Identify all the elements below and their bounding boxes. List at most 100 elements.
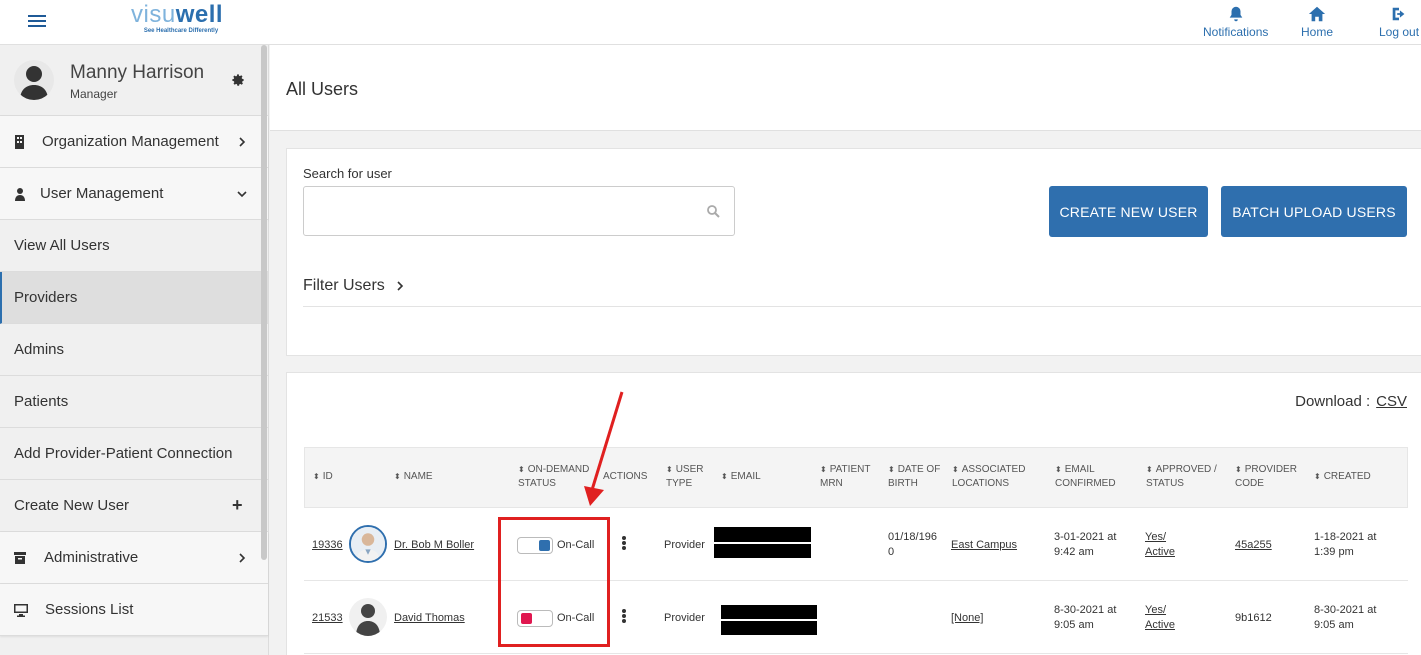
search-card: Search for user CREATE NEW USER BATCH UP… [286,148,1421,356]
users-table-card: Download : CSV ⬍ ID ⬍ NAME ⬍ ON-DEMAND STATUS… [286,372,1421,655]
batch-upload-users-button[interactable]: BATCH UPLOAD USERS [1221,186,1407,237]
download-label: Download : [1295,393,1371,410]
sidebar-item-label: Create New User [14,497,130,514]
page-header: All Users [270,45,1421,131]
user-type: Provider [664,612,705,624]
provider-photo-icon [351,527,385,561]
sidebar-item-sessions-list[interactable]: Sessions List [0,584,268,636]
redacted-email [714,544,811,558]
location-link[interactable]: East Campus [951,538,1017,553]
monitor-icon [14,603,28,617]
sidebar-item-label: User Management [40,185,164,202]
approved-status-link[interactable]: Yes/Active [1145,603,1175,633]
csv-download-link[interactable]: CSV [1376,393,1407,410]
sidebar-item-view-all-users[interactable]: View All Users [0,220,268,272]
home-icon [1308,6,1326,22]
column-header-user-type[interactable]: ⬍ USER TYPE [666,463,704,491]
search-input[interactable] [303,186,735,236]
redacted-email [721,621,817,635]
column-header-provider-code[interactable]: ⬍ PROVIDER CODE [1235,463,1297,491]
column-header-name[interactable]: ⬍ NAME [394,470,433,484]
provider-code-link[interactable]: 45a255 [1235,538,1272,553]
visuwell-logo[interactable]: visuwell See Healthcare Differently [131,2,231,38]
sidebar-scrollbar[interactable] [261,45,267,560]
user-icon [15,187,25,201]
chevron-down-icon [237,190,247,197]
sidebar-item-label: Patients [14,393,69,410]
sidebar-item-administrative[interactable]: Administrative [0,532,268,584]
plus-icon: + [232,495,243,515]
row-actions-icon[interactable] [622,609,626,623]
created-date: 1-18-2021 at 1:39 pm [1314,531,1377,558]
sidebar-item-providers[interactable]: Providers [0,272,268,324]
divider [303,306,1421,307]
hamburger-menu-icon[interactable] [28,12,46,30]
provider-code: 9b1612 [1235,612,1272,624]
bell-icon [1229,6,1242,22]
user-type: Provider [664,539,705,551]
logout-label: Log out [1379,25,1420,39]
top-bar: visuwell See Healthcare Differently Noti… [0,0,1421,45]
column-header-date-of-birth[interactable]: ⬍ DATE OF BIRTH [888,463,940,491]
user-id-link[interactable]: 19336 [312,538,343,553]
column-header-associated-locations[interactable]: ⬍ ASSOCIATED LOCATIONS [952,463,1025,491]
approved-status-link[interactable]: Yes/Active [1145,530,1175,560]
chevron-right-icon [239,136,246,147]
redacted-email [714,527,811,542]
avatar [349,598,387,636]
user-silhouette-icon [20,66,48,100]
redacted-email [721,605,817,619]
row-actions-icon[interactable] [622,536,626,550]
sidebar-item-organization-management[interactable]: Organization Management [0,116,268,168]
home-link[interactable]: Home [1301,5,1333,39]
annotation-highlight-box [498,517,610,647]
user-name-link[interactable]: Dr. Bob M Boller [394,538,474,553]
avatar [14,60,54,100]
create-new-user-button[interactable]: CREATE NEW USER [1049,186,1208,237]
table-row: 21533 David Thomas On-Call Provider [Non… [304,581,1408,654]
sidebar-item-create-new-user[interactable]: Create New User + [0,480,268,532]
user-id-link[interactable]: 21533 [312,611,343,626]
filter-users-toggle[interactable]: Filter Users [303,277,405,295]
chevron-right-icon [239,552,246,563]
sidebar: Manny Harrison Manager Organization Mana… [0,45,269,655]
sidebar-item-patients[interactable]: Patients [0,376,268,428]
home-label: Home [1301,25,1334,39]
logout-link[interactable]: Log out [1379,5,1419,39]
profile-section: Manny Harrison Manager [0,45,268,116]
notifications-link[interactable]: Notifications [1203,5,1268,39]
chevron-right-icon [397,281,403,291]
email-confirmed: 3-01-2021 at 9:42 am [1054,531,1117,558]
sidebar-item-user-management[interactable]: User Management [0,168,268,220]
column-header-on-demand-status[interactable]: ⬍ ON-DEMAND STATUS [518,463,589,491]
avatar [349,525,387,563]
sidebar-item-label: View All Users [14,237,110,254]
sidebar-item-label: Administrative [44,549,139,566]
sidebar-item-label: Organization Management [42,133,219,150]
column-header-email[interactable]: ⬍ EMAIL [721,470,761,484]
column-header-id[interactable]: ⬍ ID [313,470,333,484]
user-name-link[interactable]: David Thomas [394,611,465,626]
sidebar-item-admins[interactable]: Admins [0,324,268,376]
sidebar-item-label: Providers [14,289,78,306]
sidebar-item-add-provider-patient-connection[interactable]: Add Provider-Patient Connection [0,428,268,480]
sidebar-item-label: Add Provider-Patient Connection [14,445,233,462]
sidebar-item-label: Sessions List [45,601,134,618]
download-section: Download : CSV [1295,393,1407,410]
table-row: 19336 Dr. Bob M Boller On-Call Provider … [304,508,1408,581]
column-header-email-confirmed[interactable]: ⬍ EMAIL CONFIRMED [1055,463,1116,491]
column-header-patient-mrn[interactable]: ⬍ PATIENT MRN [820,463,870,491]
profile-role: Manager [70,87,118,101]
profile-name: Manny Harrison [70,62,205,83]
column-header-created[interactable]: ⬍ CREATED [1314,470,1371,484]
date-of-birth: 01/18/196 0 [888,531,937,558]
notifications-label: Notifications [1203,25,1269,39]
building-icon [15,134,24,149]
table-header: ⬍ ID ⬍ NAME ⬍ ON-DEMAND STATUS ACTIONS ⬍ USER… [304,447,1408,508]
created-date: 8-30-2021 at 9:05 am [1314,604,1377,631]
email-confirmed: 8-30-2021 at 9:05 am [1054,604,1117,631]
location-link[interactable]: [None] [951,611,983,626]
gear-icon[interactable] [231,73,245,87]
page-title: All Users [286,79,359,99]
column-header-approved-status[interactable]: ⬍ APPROVED / STATUS [1146,463,1217,491]
